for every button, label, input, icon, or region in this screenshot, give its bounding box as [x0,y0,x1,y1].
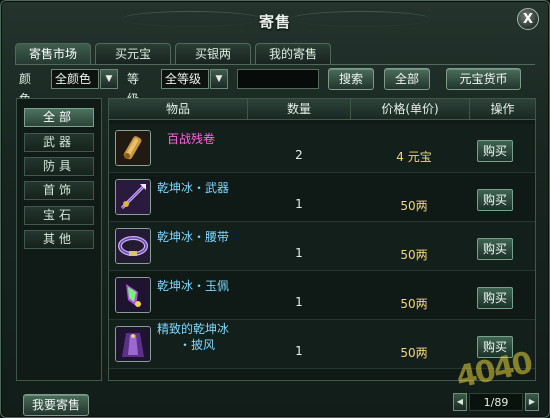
chevron-down-icon: ▼ [215,74,223,84]
item-price: 50两 [400,199,428,213]
category-armor[interactable]: 防具 [24,157,94,176]
belt-icon[interactable] [115,228,151,264]
item-quantity: 1 [295,295,303,309]
header-action: 操作 [490,102,515,116]
level-dropdown-arrow[interactable]: ▼ [210,69,228,89]
header-item: 物品 [165,102,190,116]
item-quantity: 2 [295,148,303,162]
item-price: 50两 [400,297,428,311]
category-weapons[interactable]: 武器 [24,133,94,152]
sell-item-button[interactable]: 我要寄售 [23,394,89,416]
close-button[interactable]: X [517,8,539,30]
page-indicator: 1/89 [469,393,523,411]
table-header: 物品 数量 价格(单价) 操作 [109,99,535,120]
table-row: 百战残卷 2 4 元宝 购买 [109,124,535,173]
weapon-icon[interactable] [115,179,151,215]
item-name: 乾坤冰・腰带 [157,230,230,244]
item-name: 乾坤冰・玉佩 [157,279,230,293]
tab-buy-yuanbao[interactable]: 买元宝 [95,43,171,64]
triangle-left-icon: ◀ [456,397,464,406]
item-price: 50两 [400,248,428,262]
search-input[interactable] [237,69,319,89]
color-select[interactable]: 全颜色 [51,69,99,89]
window-title: 寄售 [258,13,291,31]
header-price: 价格(单价) [381,102,439,116]
title-bar: 寄售 X [1,1,549,37]
triangle-right-icon: ▶ [528,397,536,406]
item-name-line1: 精致的乾坤冰 [157,322,230,336]
tab-buy-silver[interactable]: 买银两 [175,43,251,64]
category-jewelry[interactable]: 首饰 [24,181,94,200]
category-sidebar: 全部 武器 防具 首饰 宝石 其他 [16,98,102,381]
item-name-line2: ・披风 [179,338,216,352]
item-quantity: 1 [295,344,303,358]
tab-my-consignment[interactable]: 我的寄售 [255,43,331,64]
cloak-icon[interactable] [115,326,151,362]
header-quantity: 数量 [286,102,311,116]
category-gems[interactable]: 宝石 [24,206,94,225]
consignment-window: 寄售 X 寄售市场 买元宝 买银两 我的寄售 颜色 全颜色 ▼ 等级 全等级 ▼… [0,0,550,418]
item-price: 4 元宝 [396,150,432,164]
color-dropdown-arrow[interactable]: ▼ [100,69,118,89]
tab-consignment-market[interactable]: 寄售市场 [15,43,91,64]
pagination: ◀ 1/89 ▶ [453,393,543,413]
prev-page-button[interactable]: ◀ [453,393,467,411]
item-name: 百战残卷 [167,132,216,146]
tab-divider [15,64,535,65]
next-page-button[interactable]: ▶ [525,393,539,411]
item-quantity: 1 [295,246,303,260]
item-quantity: 1 [295,197,303,211]
item-name: 乾坤冰・武器 [157,181,230,195]
category-other[interactable]: 其他 [24,230,94,249]
buy-button[interactable]: 购买 [477,140,513,162]
item-price: 50两 [400,346,428,360]
search-button[interactable]: 搜索 [328,68,374,90]
jade-pendant-icon[interactable] [115,277,151,313]
table-row: 乾坤冰・腰带 1 50两 购买 [109,222,535,271]
table-row: 乾坤冰・玉佩 1 50两 购买 [109,271,535,320]
buy-button[interactable]: 购买 [477,238,513,260]
item-table: 物品 数量 价格(单价) 操作 百战残卷 2 4 元宝 购买 乾坤冰・武器 1 … [108,98,536,381]
scroll-icon[interactable] [115,130,151,166]
all-button[interactable]: 全部 [384,68,430,90]
category-all[interactable]: 全部 [24,108,94,127]
chevron-down-icon: ▼ [105,74,113,84]
currency-button[interactable]: 元宝货币 [446,68,521,90]
table-row: 乾坤冰・武器 1 50两 购买 [109,173,535,222]
close-icon: X [522,12,534,27]
buy-button[interactable]: 购买 [477,287,513,309]
buy-button[interactable]: 购买 [477,189,513,211]
table-body: 百战残卷 2 4 元宝 购买 乾坤冰・武器 1 50两 购买 乾坤冰・腰带 1 … [109,120,535,380]
level-select[interactable]: 全等级 [161,69,209,89]
